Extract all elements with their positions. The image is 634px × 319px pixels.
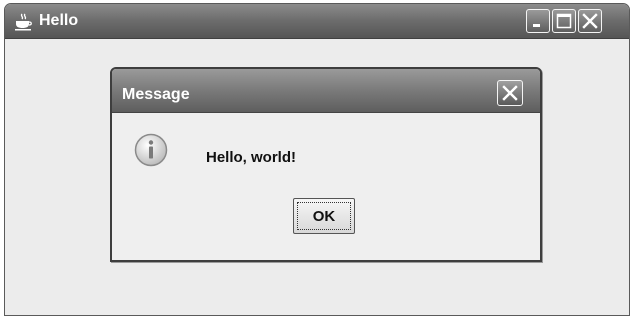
dialog-close-button[interactable] — [497, 80, 523, 106]
java-coffee-cup-icon — [13, 13, 33, 31]
window-title: Hello — [39, 12, 79, 29]
ok-button[interactable]: OK — [293, 198, 355, 234]
minimize-icon — [533, 24, 540, 27]
maximize-button[interactable] — [552, 9, 576, 33]
close-icon — [582, 13, 598, 29]
information-icon — [134, 133, 168, 167]
message-text: Hello, world! — [206, 149, 296, 166]
minimize-button[interactable] — [526, 9, 550, 33]
dialog-titlebar[interactable]: Message — [112, 69, 540, 113]
close-button[interactable] — [578, 9, 602, 33]
main-titlebar[interactable]: Hello — [5, 4, 629, 39]
close-icon — [502, 85, 518, 101]
message-dialog: Message Hello, world! OK — [110, 67, 542, 262]
dialog-title: Message — [122, 86, 190, 103]
ok-button-label: OK — [297, 202, 351, 230]
maximize-icon — [556, 13, 572, 29]
